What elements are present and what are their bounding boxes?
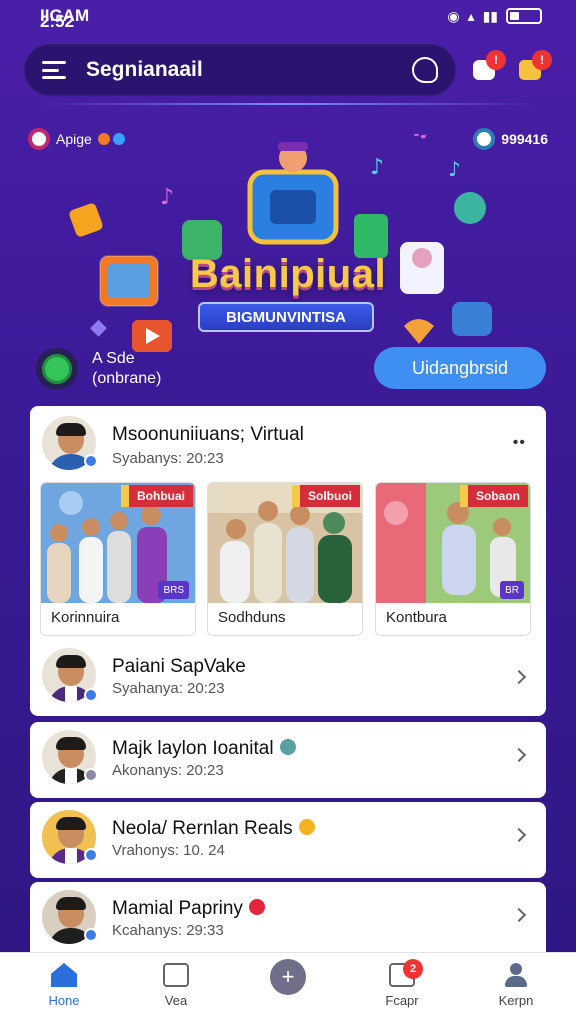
photos-badge: 2 (403, 959, 423, 979)
alarm-icon: ◉ (447, 7, 460, 24)
chevron-right-icon[interactable] (511, 907, 527, 923)
gift-button[interactable]: ! (512, 50, 552, 88)
video-thumbnail[interactable]: Sobaon BR Kontbura (375, 482, 531, 636)
menu-icon[interactable] (42, 61, 66, 79)
thumbnail-tag: Sobaon (460, 485, 528, 507)
status-icon (84, 768, 98, 782)
thumbnail-tag: Bohbuai (121, 485, 193, 507)
signal-icon: ▮▮ (482, 7, 498, 24)
svg-text:♫: ♫ (410, 134, 430, 142)
post-title: Msoonuniiuans; Virtual (112, 424, 304, 445)
plus-icon: + (270, 959, 306, 995)
cta-button[interactable]: Uidangbrsid (374, 347, 546, 389)
list-subtitle: Kcahanys: 29:33 (112, 922, 224, 939)
heart-icon (248, 899, 265, 915)
thumbnail-label: Sodhduns (218, 609, 286, 626)
header-divider (40, 103, 536, 105)
list-title: Neola/ Rernlan Reals (112, 818, 315, 840)
list-subtitle: Akonanys: 20:23 (112, 762, 224, 779)
profile-icon[interactable] (412, 57, 438, 83)
video-thumbnail[interactable]: Solbuoi Sodhduns (207, 482, 363, 636)
hero-user-name: A Sde (92, 350, 135, 367)
nav-profile-label: Kerpn (498, 993, 534, 1008)
carrier-text: IIGAM (40, 6, 90, 25)
post-subtitle: Syabanys: 20:23 (112, 450, 224, 467)
nav-home[interactable]: Hone (24, 963, 104, 1008)
thumbnail-label: Kontbura (386, 609, 447, 626)
video-thumbnail[interactable]: Bohbuai BRS Korinnuira (40, 482, 196, 636)
hero-title: Bainipiual (189, 252, 387, 296)
app-circle-icon (28, 128, 50, 150)
bottom-nav: Hone Vea + 2 Fcapr Kerpn (0, 952, 576, 1024)
nav-photos[interactable]: 2 Fcapr (362, 959, 442, 1008)
list-title: Majk laylon Ioanital (112, 738, 296, 760)
list-subtitle: Vrahonys: 10. 24 (112, 842, 225, 859)
verified-icon (84, 928, 98, 942)
status-icons: ◉ ▴ ▮▮ (447, 8, 542, 25)
svg-text:♪: ♪ (448, 157, 461, 181)
list-title: Paiani SapVake (112, 656, 246, 677)
list-item[interactable]: Neola/ Rernlan Reals Vrahonys: 10. 24 (30, 802, 546, 878)
image-icon: 2 (389, 959, 423, 987)
star-icon (454, 192, 486, 224)
wifi-icon: ▴ (467, 7, 475, 24)
emoji-icon (298, 819, 315, 835)
thumbnail-duration: BR (500, 581, 524, 599)
emoji-icon (279, 739, 296, 755)
hero-user-sub: (onbrane) (92, 370, 162, 387)
heart-icon (404, 319, 434, 344)
list-subtitle: Syahanya: 20:23 (112, 680, 225, 697)
verified-icon (84, 688, 98, 702)
status-bar: IIGAM ◉ ▴ ▮▮ (0, 0, 576, 32)
chevron-right-icon[interactable] (511, 747, 527, 763)
nav-video[interactable]: Vea (136, 963, 216, 1008)
svg-text:♪: ♪ (160, 185, 174, 210)
header-title: Segnianaail (86, 58, 203, 81)
post-card[interactable]: Msoonuniiuans; Virtual Syabanys: 20:23 •… (30, 406, 546, 716)
battery-icon (506, 8, 542, 24)
chevron-right-icon[interactable] (511, 669, 527, 685)
nav-video-label: Vea (164, 993, 188, 1008)
nav-home-label: Hone (48, 993, 80, 1008)
thumbnail-tag: Solbuoi (292, 485, 360, 507)
list-item[interactable]: Mamial Papriny Kcahanys: 29:33 (30, 882, 546, 952)
video-icon (163, 963, 189, 987)
nav-photos-label: Fcapr (385, 993, 419, 1008)
thumbnail-duration: BRS (158, 581, 189, 599)
svg-text:◆: ◆ (90, 315, 107, 340)
note-card-icon (69, 203, 103, 237)
nav-create[interactable]: + (248, 959, 328, 1001)
svg-text:♪: ♪ (370, 155, 384, 180)
user-status-icon (36, 348, 78, 390)
verified-icon (84, 848, 98, 862)
chat-badge: ! (486, 50, 506, 70)
user-icon (503, 963, 529, 987)
chevron-right-icon[interactable] (511, 827, 527, 843)
home-icon (51, 963, 77, 987)
search-header[interactable]: Segnianaail (24, 44, 456, 96)
hero-ribbon: BIGMUNVINTISA (198, 302, 374, 332)
nav-profile[interactable]: Kerpn (476, 963, 556, 1008)
more-options-icon[interactable]: •• (513, 434, 526, 452)
thumbnail-label: Korinnuira (51, 609, 120, 626)
gift-badge: ! (532, 50, 552, 70)
list-title: Mamial Papriny (112, 898, 265, 920)
hero-user[interactable]: A Sde (onbrane) (36, 348, 161, 390)
verified-icon (84, 454, 98, 468)
music-card-icon (452, 302, 492, 336)
chat-button[interactable]: ! (466, 50, 506, 88)
list-item[interactable]: Majk laylon Ioanital Akonanys: 20:23 (30, 722, 546, 798)
